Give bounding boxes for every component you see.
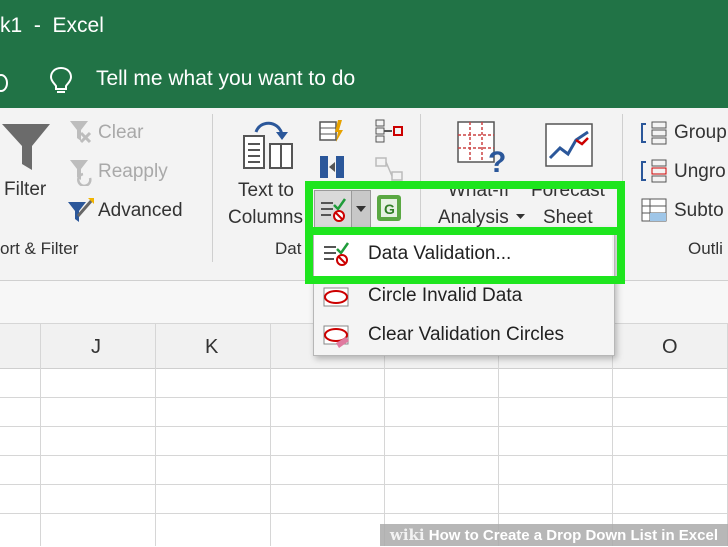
- title-bar: k1 - Excel Tell me what you want to do: [0, 0, 728, 108]
- row-divider: [0, 397, 728, 398]
- ribbon-divider: [212, 114, 213, 262]
- clear-button[interactable]: Clear: [98, 122, 143, 144]
- what-if-analysis-icon[interactable]: ?: [456, 120, 512, 176]
- column-header-k[interactable]: K: [205, 336, 218, 359]
- filter-icon[interactable]: [0, 120, 52, 176]
- menu-item-circle-invalid-data[interactable]: Circle Invalid Data: [314, 279, 612, 315]
- group-label-outline: Outli: [688, 239, 723, 258]
- group-label-data-tools: Dat: [275, 239, 302, 258]
- ungroup-icon[interactable]: [640, 158, 668, 184]
- highlight-box-menu-item: [305, 227, 625, 284]
- advanced-button[interactable]: Advanced: [98, 200, 183, 222]
- flash-fill-icon[interactable]: [318, 118, 344, 144]
- subtotal-button[interactable]: Subto: [674, 200, 724, 222]
- window-title: k1 - Excel: [0, 14, 104, 37]
- clear-validation-circles-icon: [323, 325, 349, 348]
- ungroup-button[interactable]: Ungro: [674, 161, 726, 183]
- menu-item-clear-validation-circles[interactable]: Clear Validation Circles: [314, 318, 612, 354]
- column-header-o[interactable]: O: [662, 336, 678, 359]
- group-label-sort-filter: ort & Filter: [0, 239, 79, 258]
- svg-text:?: ?: [488, 146, 506, 176]
- row-divider: [0, 484, 728, 485]
- group-button[interactable]: Group: [674, 122, 727, 144]
- filter-button[interactable]: Filter: [4, 179, 46, 201]
- text-to-columns-icon[interactable]: [242, 118, 296, 172]
- reapply-icon[interactable]: [68, 158, 94, 186]
- row-divider: [0, 513, 728, 514]
- advanced-filter-icon[interactable]: [66, 196, 96, 224]
- watermark-text: How to Create a Drop Down List in Excel: [428, 527, 718, 544]
- circle-invalid-data-icon: [323, 287, 349, 307]
- watermark-brand: wiki: [389, 526, 425, 544]
- subtotal-icon[interactable]: [640, 197, 668, 223]
- forecast-sheet-icon[interactable]: [544, 122, 594, 172]
- watermark: wiki How to Create a Drop Down List in E…: [379, 524, 728, 546]
- group-icon[interactable]: [640, 120, 668, 146]
- tell-me-search[interactable]: Tell me what you want to do: [96, 67, 355, 91]
- columns-label[interactable]: Columns: [228, 207, 303, 229]
- remove-duplicates-icon[interactable]: [318, 154, 346, 180]
- clear-filter-icon[interactable]: [68, 119, 92, 145]
- row-divider: [0, 426, 728, 427]
- menu-item-label: Circle Invalid Data: [368, 285, 523, 306]
- column-header-j[interactable]: J: [91, 336, 101, 359]
- consolidate-icon[interactable]: [374, 118, 404, 144]
- text-to-label[interactable]: Text to: [238, 180, 294, 202]
- lightbulb-icon[interactable]: [48, 66, 74, 96]
- menu-item-label: Clear Validation Circles: [368, 324, 565, 345]
- relationships-icon[interactable]: [374, 156, 404, 184]
- reapply-button[interactable]: Reapply: [98, 161, 168, 183]
- row-divider: [0, 455, 728, 456]
- lightbulb-partial-icon: [0, 74, 8, 92]
